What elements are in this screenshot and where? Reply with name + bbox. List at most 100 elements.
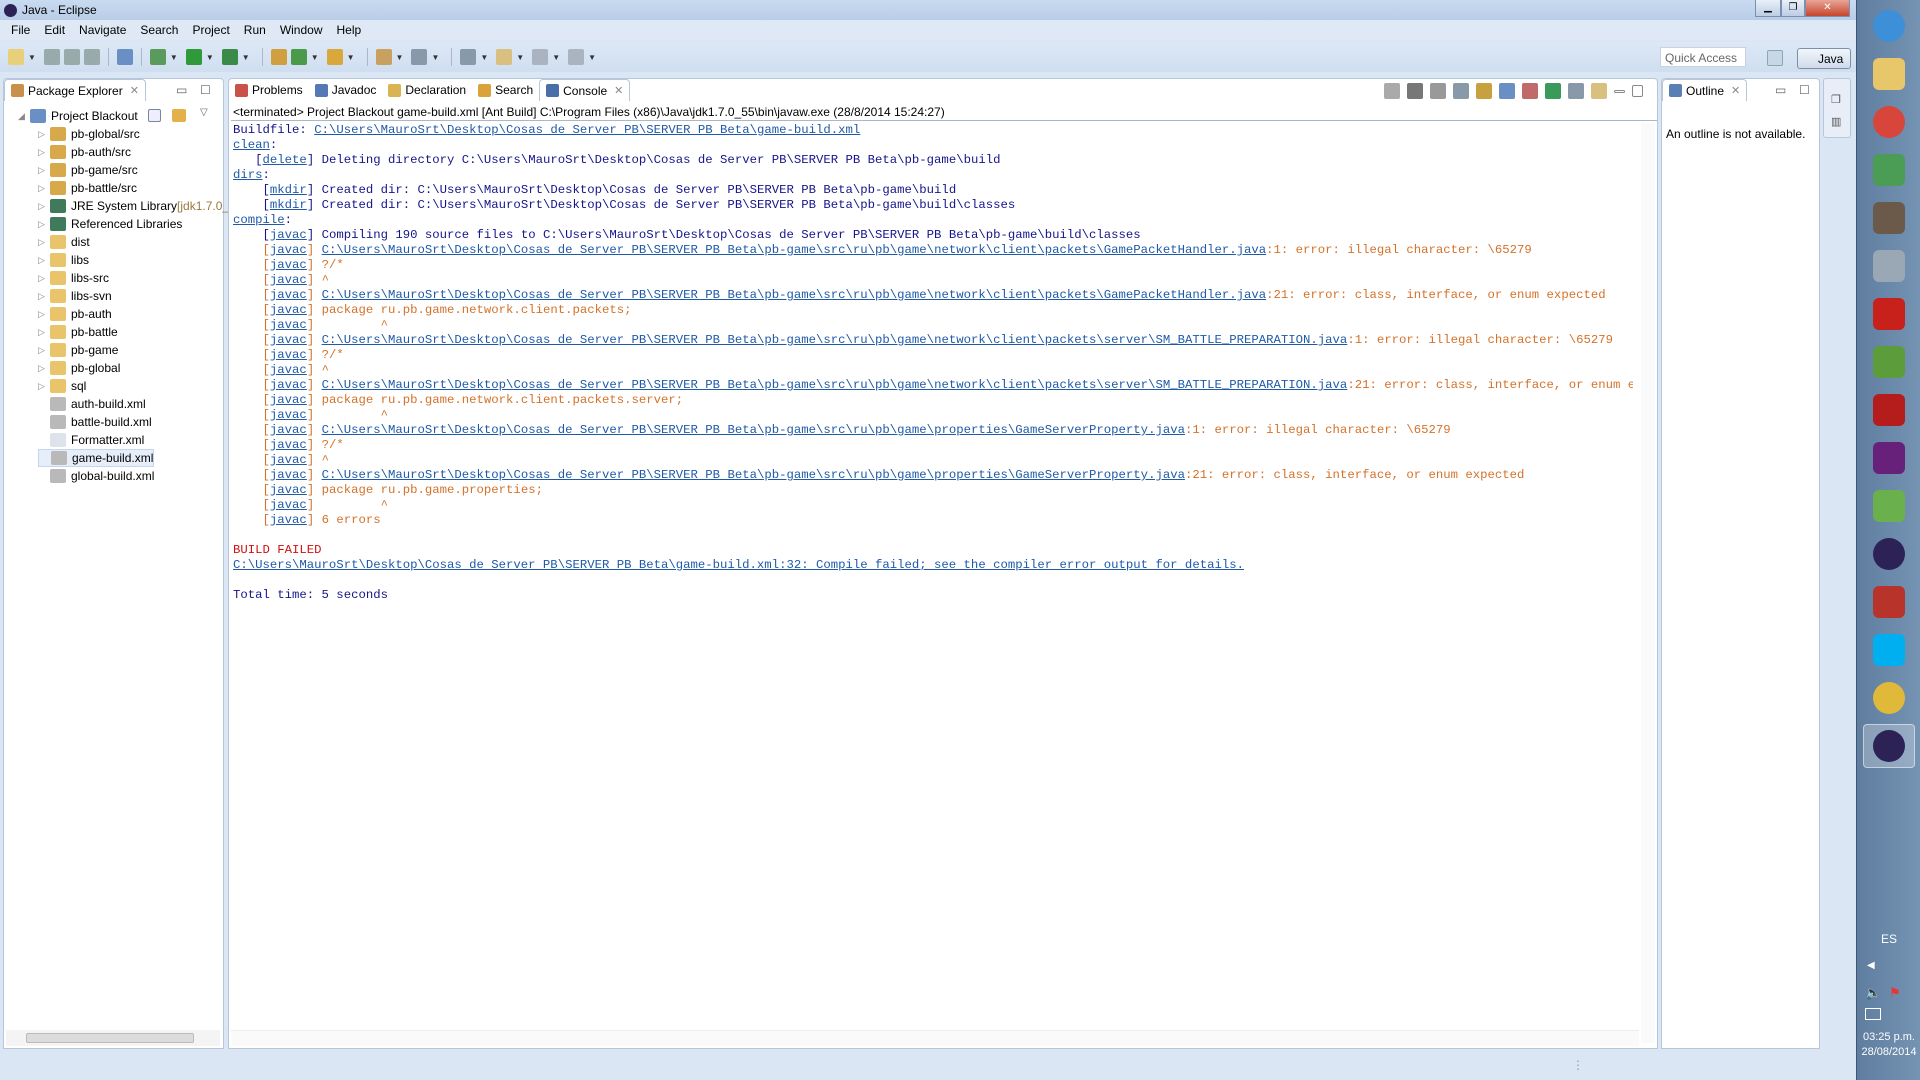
- clock[interactable]: 03:25 p.m. 28/08/2014: [1857, 1030, 1920, 1060]
- collapsed-arrow-icon[interactable]: ▷: [38, 147, 50, 158]
- app-globe[interactable]: [1863, 148, 1915, 192]
- collapsed-arrow-icon[interactable]: ▷: [38, 291, 50, 302]
- console-link[interactable]: javac: [270, 333, 307, 347]
- open-type-icon[interactable]: [326, 49, 343, 65]
- close-icon[interactable]: ✕: [1731, 84, 1740, 97]
- forward-icon[interactable]: [568, 49, 585, 65]
- menu-window[interactable]: Window: [273, 23, 330, 37]
- perspective-java-button[interactable]: Java: [1797, 48, 1851, 69]
- new-icon[interactable]: [8, 49, 24, 65]
- console-link[interactable]: javac: [270, 288, 307, 302]
- collapsed-arrow-icon[interactable]: ▷: [38, 309, 50, 320]
- console-link[interactable]: compile: [233, 213, 285, 227]
- minimize-icon[interactable]: ▭: [1775, 83, 1786, 97]
- menu-search[interactable]: Search: [133, 23, 185, 37]
- menu-help[interactable]: Help: [330, 23, 369, 37]
- menu-run[interactable]: Run: [237, 23, 273, 37]
- console-link[interactable]: javac: [270, 318, 307, 332]
- clear-console-icon[interactable]: [1453, 83, 1469, 99]
- view-menu-icon[interactable]: ▽: [200, 107, 208, 118]
- tree-item[interactable]: ▷ pb-auth/src: [38, 143, 131, 161]
- language-indicator[interactable]: ES: [1857, 932, 1920, 946]
- eclipse-active-app[interactable]: [1863, 724, 1915, 768]
- show-on-stdout-icon[interactable]: [1499, 83, 1515, 99]
- dropdown-arrow-icon[interactable]: ▼: [170, 53, 178, 62]
- console-link[interactable]: javac: [270, 378, 307, 392]
- tab-problems[interactable]: Problems: [229, 79, 309, 101]
- run-icon[interactable]: [185, 49, 202, 65]
- dropdown-arrow-icon[interactable]: ▼: [552, 53, 560, 62]
- print-icon[interactable]: [83, 49, 100, 65]
- console-link[interactable]: mkdir: [270, 183, 307, 197]
- toggle-mark-icon[interactable]: [116, 49, 133, 65]
- minecraft-app[interactable]: [1863, 340, 1915, 384]
- console-link[interactable]: C:\Users\MauroSrt\Desktop\Cosas de Serve…: [322, 243, 1267, 257]
- app-red[interactable]: [1863, 388, 1915, 432]
- pin-console-icon[interactable]: [1545, 83, 1561, 99]
- tree-item[interactable]: global-build.xml: [38, 467, 154, 485]
- tree-item[interactable]: ▷ pb-battle: [38, 323, 118, 341]
- menu-edit[interactable]: Edit: [37, 23, 72, 37]
- tree-item[interactable]: ▷ pb-game/src: [38, 161, 138, 179]
- tab-search[interactable]: Search: [472, 79, 539, 101]
- console-link[interactable]: javac: [270, 423, 307, 437]
- new-java-class-icon[interactable]: [290, 49, 307, 65]
- console-link[interactable]: javac: [270, 303, 307, 317]
- collapsed-arrow-icon[interactable]: ▷: [38, 183, 50, 194]
- expanded-arrow-icon[interactable]: ◢: [18, 111, 30, 122]
- display-console-icon[interactable]: [1568, 83, 1584, 99]
- dropdown-arrow-icon[interactable]: ▼: [480, 53, 488, 62]
- scrollbar-thumb[interactable]: [26, 1033, 194, 1043]
- show-hidden-icons[interactable]: ◀: [1867, 960, 1875, 971]
- minimize-button[interactable]: ▁: [1755, 0, 1781, 17]
- collapsed-arrow-icon[interactable]: ▷: [38, 327, 50, 338]
- tab-outline[interactable]: Outline ✕: [1662, 79, 1748, 101]
- dropdown-arrow-icon[interactable]: ▼: [431, 53, 439, 62]
- dropdown-arrow-icon[interactable]: ▼: [206, 53, 214, 62]
- collapsed-arrow-icon[interactable]: ▷: [38, 363, 50, 374]
- console-link[interactable]: javac: [270, 483, 307, 497]
- console-horizontal-scrollbar[interactable]: [231, 1030, 1639, 1046]
- menu-navigate[interactable]: Navigate: [72, 23, 133, 37]
- minimize-icon[interactable]: ▭: [176, 83, 187, 97]
- app-game[interactable]: [1863, 196, 1915, 240]
- console-link[interactable]: dirs: [233, 168, 263, 182]
- app-tool[interactable]: [1863, 244, 1915, 288]
- close-icon[interactable]: ✕: [614, 84, 623, 97]
- action-center-flag-icon[interactable]: ⚑: [1889, 985, 1901, 1001]
- console-link[interactable]: javac: [270, 258, 307, 272]
- filezilla-app[interactable]: [1863, 580, 1915, 624]
- console-link[interactable]: C:\Users\MauroSrt\Desktop\Cosas de Serve…: [322, 468, 1185, 482]
- maximize-icon[interactable]: ☐: [1799, 83, 1810, 97]
- console-link[interactable]: javac: [270, 438, 307, 452]
- chrome-app[interactable]: [1863, 100, 1915, 144]
- search-icon[interactable]: [375, 49, 392, 65]
- restore-button[interactable]: ❐: [1781, 0, 1805, 17]
- dropdown-arrow-icon[interactable]: ▼: [347, 53, 355, 62]
- volume-icon[interactable]: 🔈: [1865, 985, 1881, 1001]
- start-button[interactable]: [1863, 4, 1915, 48]
- console-link[interactable]: C:\Users\MauroSrt\Desktop\Cosas de Serve…: [322, 378, 1348, 392]
- dropdown-arrow-icon[interactable]: ▼: [28, 53, 36, 62]
- collapse-all-icon[interactable]: [148, 109, 161, 122]
- visual-studio-app[interactable]: [1863, 436, 1915, 480]
- tree-item[interactable]: ▷ sql: [38, 377, 86, 395]
- collapsed-arrow-icon[interactable]: ▷: [38, 129, 50, 140]
- console-link[interactable]: C:\Users\MauroSrt\Desktop\Cosas de Serve…: [322, 288, 1267, 302]
- collapsed-arrow-icon[interactable]: ▷: [38, 165, 50, 176]
- show-view-icon[interactable]: ▥: [1831, 115, 1841, 128]
- last-edit-icon[interactable]: [496, 49, 513, 65]
- tree-item[interactable]: ▷ pb-game: [38, 341, 118, 359]
- tab-declaration[interactable]: Declaration: [382, 79, 472, 101]
- console-link[interactable]: javac: [270, 228, 307, 242]
- open-perspective-icon[interactable]: [1767, 50, 1783, 66]
- minimize-icon[interactable]: [1614, 89, 1625, 93]
- collapsed-arrow-icon[interactable]: ▷: [38, 201, 50, 212]
- console-link[interactable]: javac: [270, 498, 307, 512]
- collapsed-arrow-icon[interactable]: ▷: [38, 273, 50, 284]
- dropdown-arrow-icon[interactable]: ▼: [311, 53, 319, 62]
- scroll-lock-icon[interactable]: [1476, 83, 1492, 99]
- menu-project[interactable]: Project: [185, 23, 236, 37]
- tree-item[interactable]: ▷ libs: [38, 251, 89, 269]
- console-output[interactable]: Buildfile: C:\Users\MauroSrt\Desktop\Cos…: [233, 123, 1633, 1033]
